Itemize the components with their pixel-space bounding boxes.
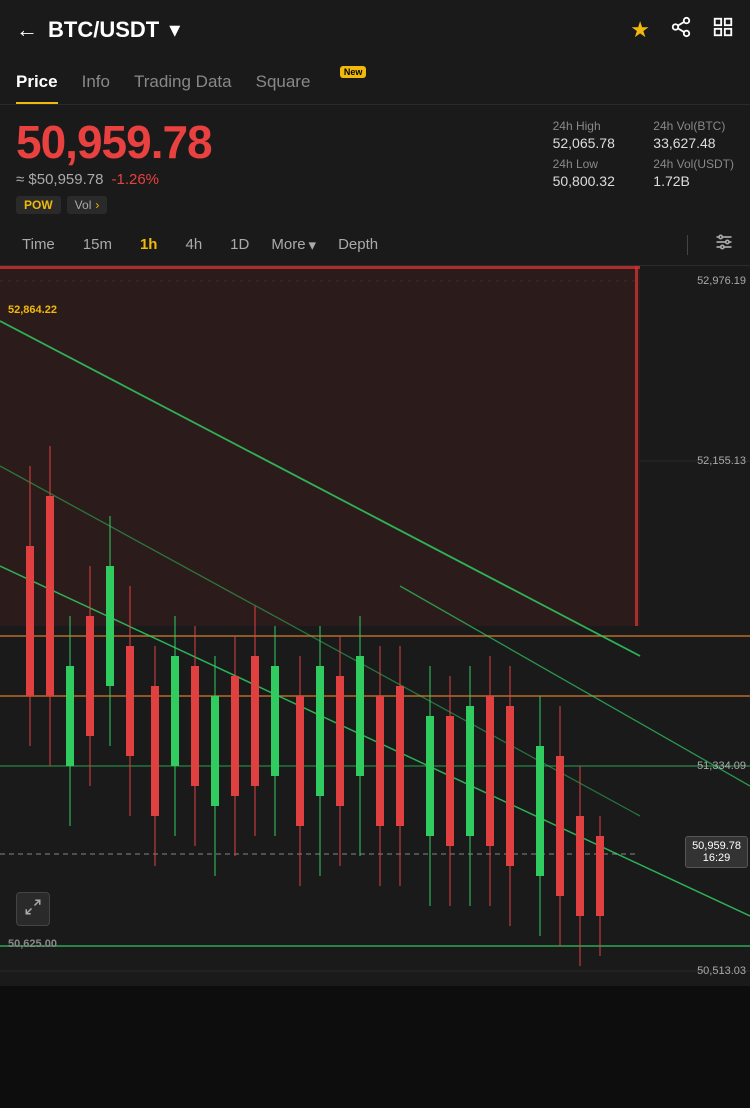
vol-usdt-label: 24h Vol(USDT) [653,157,734,171]
price-level-52864: 52,864.22 [8,304,57,316]
price-change: -1.26% [111,171,159,188]
price-level-52976: 52,976.19 [693,275,750,287]
tab-price-label: Price [16,72,58,91]
interval-1h[interactable]: 1h [134,232,164,257]
header-left: ← BTC/USDT ▾ [16,17,180,43]
current-price: 50,959.78 [16,119,553,165]
back-icon: ← [16,17,38,43]
tab-info[interactable]: Info [82,60,110,104]
price-level-52155: 52,155.13 [693,455,750,467]
chart-svg [0,266,750,986]
header-icons: ★ [630,16,734,44]
stat-24h-high: 24h High 52,065.78 [553,119,634,151]
grid-icon [712,16,734,44]
interval-15m[interactable]: 15m [77,232,118,257]
favorite-button[interactable]: ★ [630,17,650,43]
pow-tag[interactable]: POW [16,196,61,214]
price-tags: POW Vol › [16,196,553,214]
time-button[interactable]: Time [16,232,61,257]
chart-area[interactable]: ✦ BINANCE [0,266,750,986]
settings-icon [714,236,734,256]
chart-settings-button[interactable] [714,232,734,257]
stat-24h-low: 24h Low 50,800.32 [553,157,634,189]
more-label: More [271,236,305,253]
tab-square-label: Square [256,72,311,91]
vol-label: Vol [75,198,92,212]
low-label: 24h Low [553,157,634,171]
share-icon [670,16,692,44]
low-value: 50,800.32 [553,173,634,189]
price-level-50513: 50,513.03 [693,965,750,977]
price-approx-row: ≈ $50,959.78 -1.26% [16,171,553,188]
price-section: 50,959.78 ≈ $50,959.78 -1.26% POW Vol › … [0,105,750,224]
price-stats: 24h High 52,065.78 24h Vol(BTC) 33,627.4… [553,119,734,189]
current-price-box: 50,959.78 16:29 [685,836,748,868]
chevron-down-icon: ▾ [169,17,180,43]
interval-1d[interactable]: 1D [224,232,255,257]
price-level-50625: 50,625.00 [8,938,57,950]
grid-button[interactable] [712,16,734,44]
pair-dropdown-button[interactable]: ▾ [169,17,180,43]
high-label: 24h High [553,119,634,133]
pair-title: BTC/USDT [48,17,159,43]
tab-trading-data-label: Trading Data [134,72,232,91]
current-price-box-value: 50,959.78 [692,840,741,852]
toolbar-separator [687,235,688,255]
vol-btc-label: 24h Vol(BTC) [653,119,734,133]
depth-button[interactable]: Depth [332,232,384,257]
tab-square[interactable]: Square New [256,60,341,104]
stat-vol-btc: 24h Vol(BTC) 33,627.48 [653,119,734,151]
tab-trading-data[interactable]: Trading Data [134,60,232,104]
tabs-bar: Price Info Trading Data Square New [0,60,750,105]
fullscreen-icon [24,898,42,921]
interval-4h[interactable]: 4h [179,232,208,257]
vol-chevron-icon: › [95,198,99,212]
stat-vol-usdt: 24h Vol(USDT) 1.72B [653,157,734,189]
high-value: 52,065.78 [553,135,634,151]
price-main: 50,959.78 ≈ $50,959.78 -1.26% POW Vol › [16,119,553,214]
more-dropdown[interactable]: More ▾ [271,236,316,254]
tab-price[interactable]: Price [16,60,58,104]
vol-btc-value: 33,627.48 [653,135,734,151]
tab-info-label: Info [82,72,110,91]
vol-usdt-value: 1.72B [653,173,734,189]
current-price-box-time: 16:29 [692,852,741,864]
chart-toolbar: Time 15m 1h 4h 1D More ▾ Depth [0,224,750,266]
fullscreen-button[interactable] [16,892,50,926]
back-button[interactable]: ← [16,17,38,43]
new-badge: New [340,66,367,78]
approx-value: ≈ $50,959.78 [16,171,103,188]
vol-tag[interactable]: Vol › [67,196,108,214]
chevron-down-icon: ▾ [309,236,317,254]
star-icon: ★ [630,17,650,43]
header: ← BTC/USDT ▾ ★ [0,0,750,60]
price-level-51334: 51,334.09 [693,760,750,772]
share-button[interactable] [670,16,692,44]
